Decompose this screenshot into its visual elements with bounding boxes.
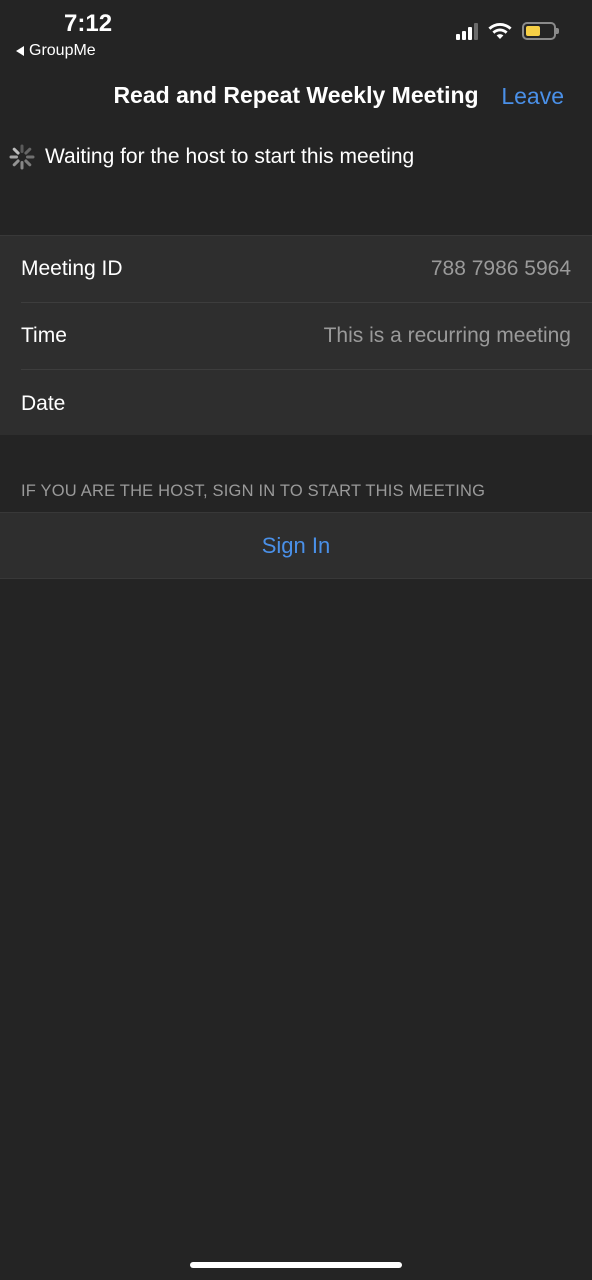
meeting-id-label: Meeting ID xyxy=(21,257,123,280)
back-to-app-link[interactable]: GroupMe xyxy=(16,42,96,60)
status-icons xyxy=(456,22,559,40)
navigation-bar: Read and Repeat Weekly Meeting Leave xyxy=(0,70,592,122)
battery-icon xyxy=(522,22,559,40)
host-sign-in-note: IF YOU ARE THE HOST, SIGN IN TO START TH… xyxy=(21,482,486,500)
wifi-icon xyxy=(488,23,512,39)
waiting-message: Waiting for the host to start this meeti… xyxy=(45,145,415,168)
spinner-icon xyxy=(9,144,35,170)
battery-level xyxy=(526,26,540,36)
back-app-label: GroupMe xyxy=(29,42,96,59)
back-triangle-icon xyxy=(16,46,24,56)
cellular-signal-icon xyxy=(456,22,478,40)
sign-in-label: Sign In xyxy=(261,532,331,558)
meeting-id-value: 788 7986 5964 xyxy=(430,257,571,280)
home-indicator[interactable] xyxy=(190,1262,402,1268)
status-bar: 7:12 GroupMe xyxy=(0,0,592,70)
date-row: Date xyxy=(21,370,592,437)
waiting-status: Waiting for the host to start this meeti… xyxy=(8,140,414,174)
date-label: Date xyxy=(21,391,66,415)
time-row: Time This is a recurring meeting xyxy=(21,303,592,370)
meeting-waiting-screen: 7:12 GroupMe Read and Repeat Weekly Meet… xyxy=(0,0,592,1280)
time-value: This is a recurring meeting xyxy=(323,324,571,347)
sign-in-button[interactable]: Sign In xyxy=(0,512,592,579)
meeting-id-row: Meeting ID 788 7986 5964 xyxy=(21,236,592,303)
status-time: 7:12 xyxy=(64,10,113,37)
meeting-info-list: Meeting ID 788 7986 5964 Time This is a … xyxy=(0,235,592,435)
leave-button[interactable]: Leave xyxy=(501,83,564,110)
time-label: Time xyxy=(21,324,67,347)
